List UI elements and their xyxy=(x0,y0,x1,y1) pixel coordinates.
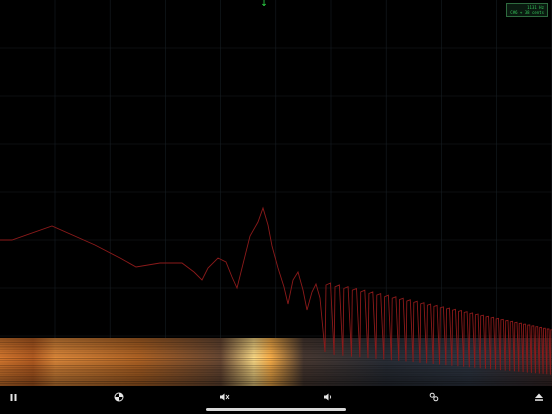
link-settings-button[interactable] xyxy=(425,389,443,405)
color-palette-button[interactable] xyxy=(110,389,128,405)
pause-icon xyxy=(10,393,16,401)
spectrum-analyzer-screen: ↓ 1131 Hz C#6 + 38 cents xyxy=(0,0,552,414)
eject-button[interactable] xyxy=(530,389,548,405)
spectrum-plot[interactable] xyxy=(0,0,552,386)
volume-icon xyxy=(323,393,331,401)
note-readout: C#6 + 38 cents xyxy=(510,10,544,15)
pause-button[interactable] xyxy=(4,389,22,405)
color-palette-icon xyxy=(114,392,124,402)
audio-settings-button[interactable] xyxy=(215,389,233,405)
volume-button[interactable] xyxy=(319,389,337,405)
link-settings-icon xyxy=(429,392,439,402)
audio-settings-icon xyxy=(219,393,229,401)
grid xyxy=(0,0,552,338)
eject-icon xyxy=(535,393,543,401)
home-indicator[interactable] xyxy=(206,408,346,411)
pitch-readout: 1131 Hz C#6 + 38 cents xyxy=(506,3,548,17)
peak-marker-icon: ↓ xyxy=(260,0,268,9)
